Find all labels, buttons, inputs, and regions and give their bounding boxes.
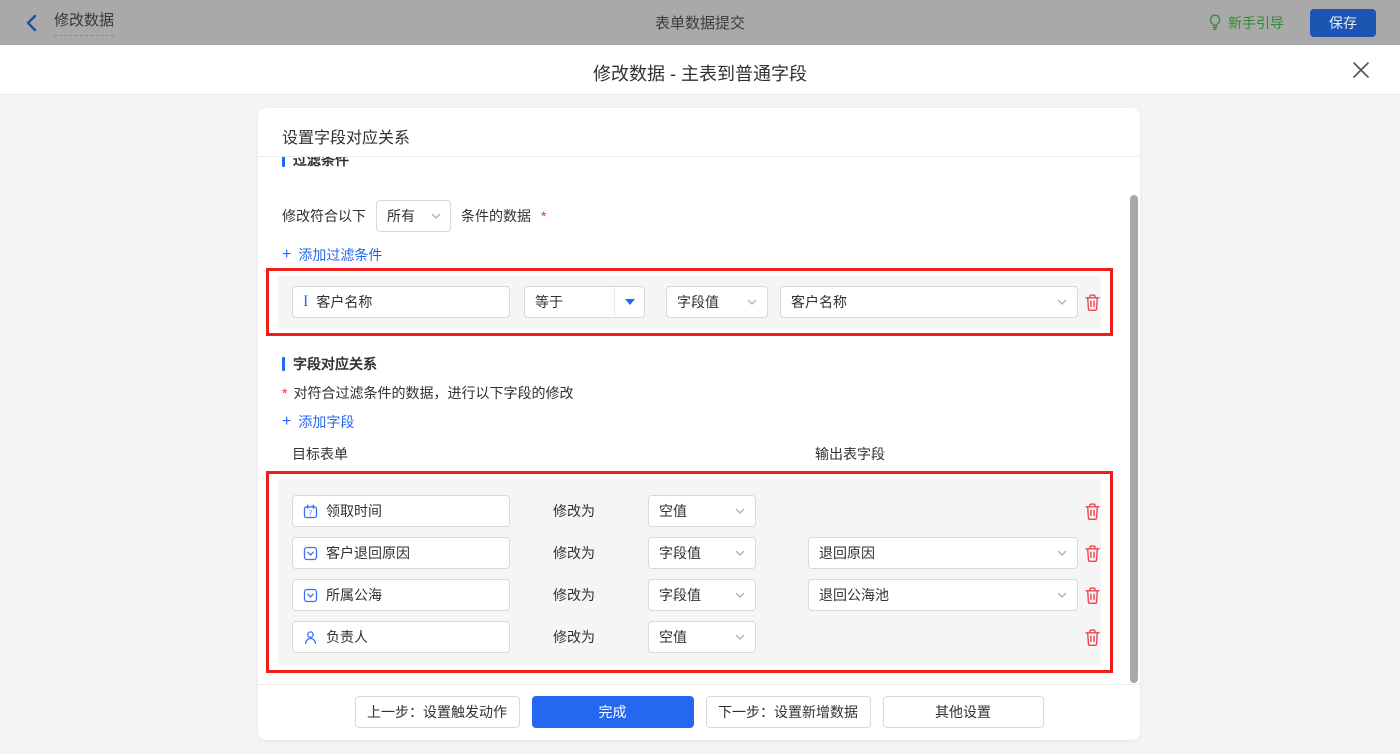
operator-caret-segment[interactable] [614, 287, 644, 317]
save-button[interactable]: 保存 [1310, 8, 1376, 37]
page-title: 表单数据提交 [654, 15, 745, 32]
chevron-down-icon [734, 631, 746, 643]
chevron-down-icon [431, 213, 441, 219]
filter-section-title: 过滤条件 [282, 157, 349, 170]
modify-mode-select[interactable]: 字段值 [648, 579, 756, 611]
delete-row-icon[interactable] [1084, 586, 1101, 605]
next-step-button[interactable]: 下一步：设置新增数据 [705, 696, 871, 728]
back-title[interactable]: 修改数据 [54, 9, 115, 36]
target-form-header: 目标表单 [292, 446, 348, 462]
lightbulb-icon [1208, 14, 1222, 31]
modal-body: 设置字段对应关系 过滤条件 修改符合以下 所有 条件的数据 * + 添加过滤条件… [0, 95, 1400, 754]
delete-row-icon[interactable] [1084, 544, 1101, 563]
user-icon [303, 630, 318, 645]
back-icon[interactable] [24, 14, 40, 32]
modify-mode-select[interactable]: 空值 [648, 621, 756, 653]
match-condition-row: 修改符合以下 所有 条件的数据 * [282, 200, 546, 232]
footer-actions: 上一步：设置触发动作 完成 下一步：设置新增数据 其他设置 [258, 696, 1140, 728]
mapping-row: 7 领取时间 修改为 空值 [278, 495, 1101, 527]
mapping-description: * 对符合过滤条件的数据，进行以下字段的修改 [282, 385, 574, 401]
modify-label: 修改为 [553, 503, 595, 519]
filter-row-panel: I 客户名称 等于 字段值 客户名称 [278, 276, 1101, 328]
close-icon[interactable] [1352, 61, 1370, 84]
match-prefix: 修改符合以下 [282, 208, 366, 224]
modal-title: 修改数据 - 主表到普通字段 [593, 64, 807, 84]
match-suffix: 条件的数据 [461, 208, 531, 224]
output-field-header: 输出表字段 [815, 446, 885, 462]
divider [258, 684, 1140, 685]
modal-dialog: 修改数据 - 主表到普通字段 设置字段对应关系 过滤条件 修改符合以下 所有 条… [0, 45, 1400, 755]
modify-label: 修改为 [553, 587, 595, 603]
target-field-input[interactable]: 客户退回原因 [292, 537, 510, 569]
target-field-input[interactable]: 负责人 [292, 621, 510, 653]
modify-label: 修改为 [553, 545, 595, 561]
text-field-icon: I [303, 293, 309, 310]
settings-card: 设置字段对应关系 过滤条件 修改符合以下 所有 条件的数据 * + 添加过滤条件… [258, 108, 1140, 740]
modify-mode-select[interactable]: 字段值 [648, 537, 756, 569]
scrollbar-thumb[interactable] [1130, 195, 1138, 683]
guide-label: 新手引导 [1228, 14, 1284, 31]
chevron-down-icon [734, 589, 746, 601]
delete-row-icon[interactable] [1084, 628, 1101, 647]
filter-field-input[interactable]: I 客户名称 [292, 286, 510, 318]
chevron-down-icon [1056, 547, 1068, 559]
card-title: 设置字段对应关系 [282, 130, 411, 147]
mapping-rows-panel: 7 领取时间 修改为 空值 客户退回原因 修改为 字段值 退回原因 所属公海 修… [278, 479, 1101, 665]
mapping-row: 所属公海 修改为 字段值 退回公海池 [278, 579, 1101, 611]
calendar-icon: 7 [303, 504, 318, 519]
select-icon [303, 546, 318, 561]
add-field-button[interactable]: + 添加字段 [282, 412, 354, 432]
mapping-highlight-box: 7 领取时间 修改为 空值 客户退回原因 修改为 字段值 退回原因 所属公海 修… [266, 471, 1113, 673]
section-bar-icon [282, 157, 285, 167]
add-filter-button[interactable]: + 添加过滤条件 [282, 245, 382, 265]
chevron-down-icon [1056, 589, 1068, 601]
plus-icon: + [282, 246, 292, 263]
scroll-content: 过滤条件 修改符合以下 所有 条件的数据 * + 添加过滤条件 I 客户名称 等… [258, 157, 1140, 684]
select-icon [303, 588, 318, 603]
section-bar-icon [282, 357, 285, 371]
output-field-select[interactable]: 退回公海池 [808, 579, 1078, 611]
required-mark: * [541, 208, 547, 224]
filter-value-select[interactable]: 客户名称 [780, 286, 1078, 318]
caret-down-icon [624, 299, 635, 305]
mapping-row: 客户退回原因 修改为 字段值 退回原因 [278, 537, 1101, 569]
delete-row-icon[interactable] [1084, 502, 1101, 521]
svg-text:7: 7 [309, 510, 313, 517]
prev-step-button[interactable]: 上一步：设置触发动作 [354, 696, 520, 728]
match-type-select[interactable]: 所有 [376, 200, 451, 232]
target-field-input[interactable]: 所属公海 [292, 579, 510, 611]
modify-mode-select[interactable]: 空值 [648, 495, 756, 527]
chevron-down-icon [734, 547, 746, 559]
plus-icon: + [282, 413, 292, 430]
target-field-input[interactable]: 7 领取时间 [292, 495, 510, 527]
chevron-down-icon [746, 296, 758, 308]
beginner-guide-link[interactable]: 新手引导 [1208, 13, 1284, 33]
topbar: 修改数据 表单数据提交 新手引导 保存 [0, 0, 1400, 45]
mapping-section-title: 字段对应关系 [282, 354, 377, 374]
app-window: 修改数据 表单数据提交 新手引导 保存 修改数据 - 主表到普通字段 设置字段对… [0, 0, 1400, 755]
filter-highlight-box: I 客户名称 等于 字段值 客户名称 [266, 268, 1113, 336]
modify-label: 修改为 [553, 629, 595, 645]
modal-header: 修改数据 - 主表到普通字段 [0, 45, 1400, 95]
filter-operator-select[interactable]: 等于 [524, 286, 645, 318]
chevron-down-icon [734, 505, 746, 517]
other-settings-button[interactable]: 其他设置 [882, 696, 1044, 728]
done-button[interactable]: 完成 [531, 696, 694, 728]
filter-value-type-select[interactable]: 字段值 [666, 286, 768, 318]
mapping-row: 负责人 修改为 空值 [278, 621, 1101, 653]
output-field-select[interactable]: 退回原因 [808, 537, 1078, 569]
delete-filter-icon[interactable] [1084, 293, 1101, 312]
chevron-down-icon [1056, 296, 1068, 308]
